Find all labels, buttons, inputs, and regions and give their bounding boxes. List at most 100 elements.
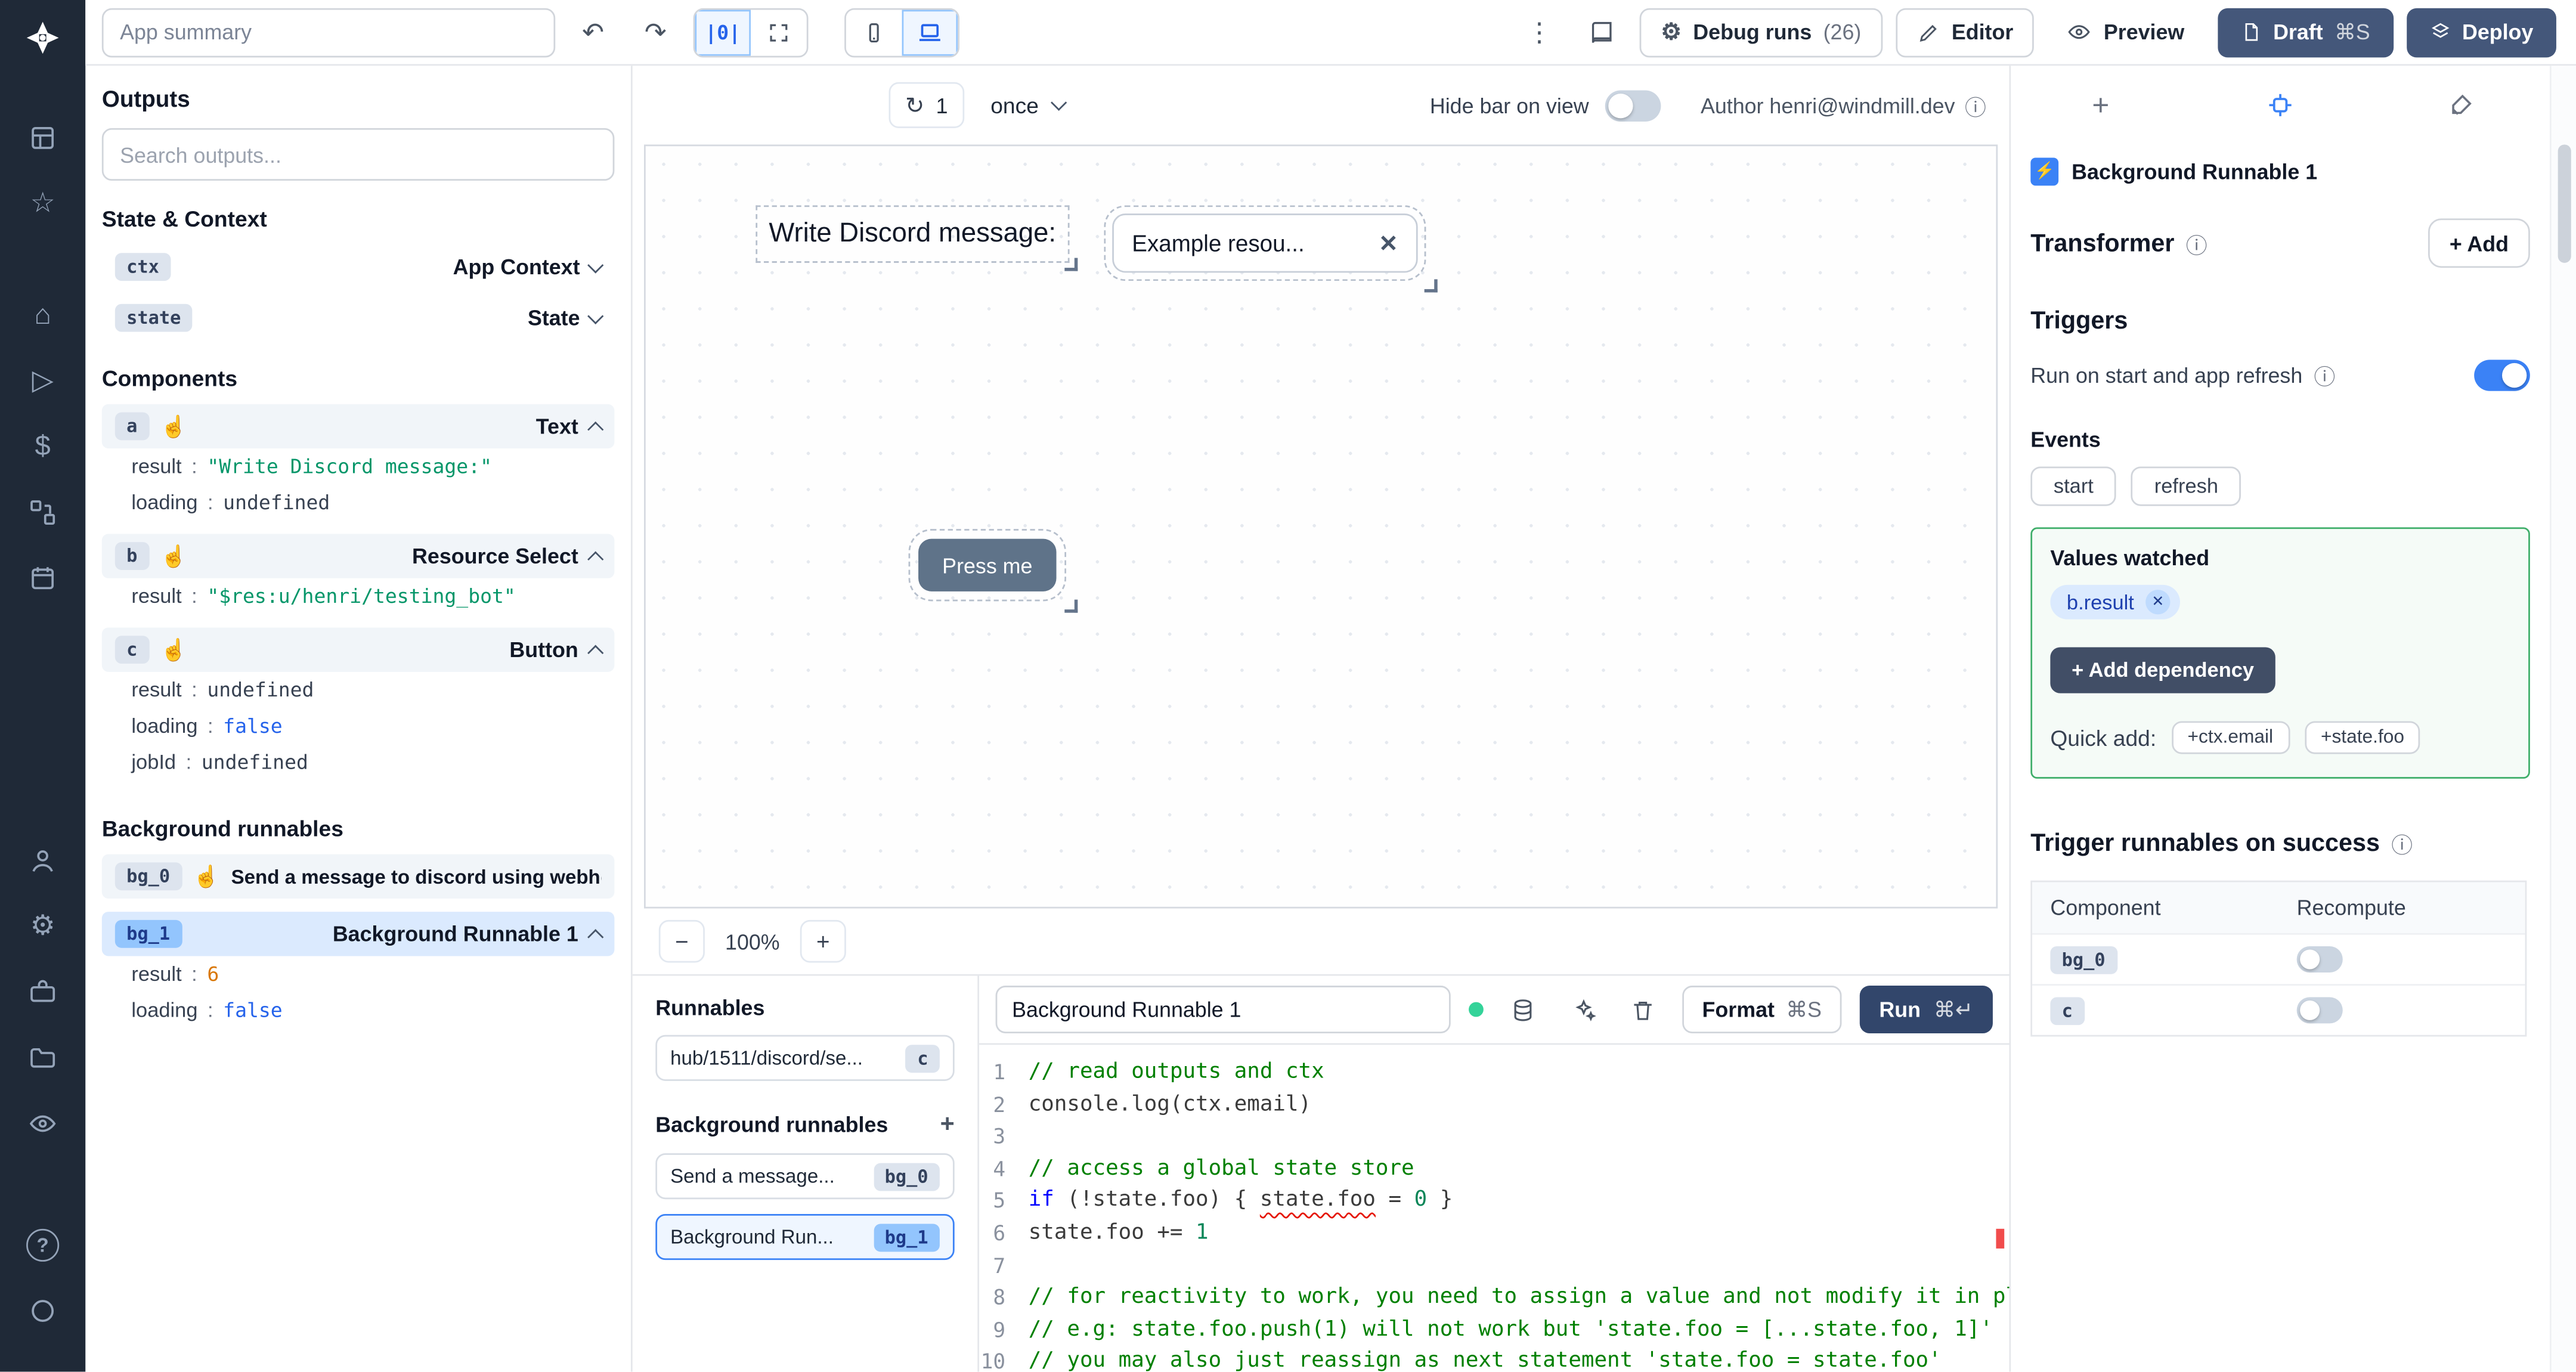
chevron-up-icon[interactable] xyxy=(587,644,604,661)
hide-bar-toggle[interactable] xyxy=(1605,89,1661,121)
component-a-header[interactable]: a ☝ Text xyxy=(101,404,615,449)
windmill-logo-icon[interactable] xyxy=(21,17,64,67)
undo-button[interactable]: ↶ xyxy=(568,9,618,55)
workers-icon[interactable] xyxy=(13,964,72,1020)
help-icon[interactable]: ? xyxy=(13,1218,72,1274)
bottom-panel: Runnables hub/1511/discord/se... c Backg… xyxy=(632,974,2010,1372)
desktop-view-toggle[interactable] xyxy=(902,9,958,55)
search-outputs-input[interactable] xyxy=(101,128,615,181)
run-button[interactable]: Run ⌘↵ xyxy=(1859,986,1993,1033)
chevron-up-icon[interactable] xyxy=(587,550,604,567)
info-icon[interactable]: ⓘ xyxy=(2391,828,2413,859)
home-icon[interactable]: ⌂ xyxy=(13,287,72,343)
mobile-view-toggle[interactable] xyxy=(846,9,902,55)
info-icon[interactable]: ⓘ xyxy=(1965,89,1986,120)
grid-width-toggle[interactable]: |0| xyxy=(695,9,751,55)
runnable-name-input[interactable] xyxy=(995,986,1451,1033)
chevron-down-icon[interactable] xyxy=(587,256,604,273)
event-chip-start[interactable]: start xyxy=(2030,466,2117,506)
hand-pointer-icon[interactable]: ☝ xyxy=(160,546,187,567)
zoom-out-button[interactable]: − xyxy=(658,919,705,963)
saved-status-dot xyxy=(1469,1002,1484,1017)
add-background-runnable-button[interactable]: + xyxy=(940,1110,955,1138)
dependency-chip[interactable]: b.result ✕ xyxy=(2050,584,2181,620)
quick-add-state-foo[interactable]: +state.foo xyxy=(2304,721,2421,754)
tab-component-settings[interactable] xyxy=(2190,66,2370,144)
refresh-count-button[interactable]: ↻ 1 xyxy=(888,82,965,128)
hand-pointer-icon[interactable]: ☝ xyxy=(160,639,187,661)
schedules-icon[interactable] xyxy=(13,550,72,606)
docs-button[interactable] xyxy=(1577,9,1627,55)
apps-grid-icon[interactable] xyxy=(13,110,72,166)
more-menu-button[interactable]: ⋮ xyxy=(1515,9,1564,55)
bg1-header[interactable]: bg_1 Background Runnable 1 xyxy=(101,912,615,956)
settings-gear-icon[interactable]: ⚙ xyxy=(13,899,72,955)
add-transformer-button[interactable]: + Add xyxy=(2428,218,2530,268)
audit-eye-icon[interactable] xyxy=(13,1096,72,1152)
output-field: result: 6 xyxy=(131,962,219,986)
ctx-row[interactable]: ctx App Context xyxy=(102,245,615,289)
delete-trash-icon[interactable] xyxy=(1622,988,1664,1031)
info-icon[interactable]: ⓘ xyxy=(2314,360,2336,391)
run-on-start-toggle[interactable] xyxy=(2474,360,2530,391)
cache-database-icon[interactable] xyxy=(1501,988,1544,1031)
canvas-resource-select[interactable]: Example resou... ✕ xyxy=(1104,205,1438,293)
state-badge: state xyxy=(114,303,193,332)
add-dependency-button[interactable]: + Add dependency xyxy=(2050,647,2275,693)
favorites-star-icon[interactable]: ☆ xyxy=(13,176,72,232)
format-button[interactable]: Format ⌘S xyxy=(1682,986,1841,1033)
more-rail-icon[interactable] xyxy=(13,1283,72,1339)
debug-runs-button[interactable]: ⚙ Debug runs (26) xyxy=(1639,7,1883,57)
chevron-down-icon[interactable] xyxy=(587,307,604,324)
code-area[interactable]: 1// read outputs and ctx 2 console.log(ctx… xyxy=(979,1045,2010,1371)
variables-icon[interactable]: $ xyxy=(13,419,72,475)
quick-add-ctx-email[interactable]: +ctx.email xyxy=(2171,721,2290,754)
component-b-header[interactable]: b ☝ Resource Select xyxy=(101,534,615,578)
preview-tab-button[interactable]: Preview xyxy=(2048,7,2205,57)
redo-button[interactable]: ↷ xyxy=(631,9,680,55)
draft-button[interactable]: Draft ⌘S xyxy=(2217,7,2394,57)
component-c-header[interactable]: c ☝ Button xyxy=(101,627,615,672)
resize-handle[interactable] xyxy=(1424,279,1438,293)
refresh-mode-select[interactable]: once xyxy=(981,93,1075,117)
canvas-button-component[interactable]: Press me xyxy=(908,529,1078,613)
chevron-up-icon[interactable] xyxy=(587,420,604,437)
hand-pointer-icon[interactable]: ☝ xyxy=(193,866,220,887)
remove-dependency-icon[interactable]: ✕ xyxy=(2145,590,2171,615)
folders-icon[interactable] xyxy=(13,1030,72,1086)
app-canvas[interactable]: Write Discord message: Example resou... … xyxy=(643,144,1998,909)
canvas-text-component[interactable]: Write Discord message: xyxy=(756,205,1078,271)
zoom-in-button[interactable]: + xyxy=(800,919,846,963)
event-chip-refresh[interactable]: refresh xyxy=(2131,466,2241,506)
state-row[interactable]: state State xyxy=(102,296,615,340)
resources-icon[interactable] xyxy=(13,485,72,541)
resize-handle[interactable] xyxy=(1064,258,1078,271)
runs-icon[interactable]: ▷ xyxy=(13,353,72,409)
tab-styling[interactable] xyxy=(2370,66,2550,144)
bg0-header[interactable]: bg_0 ☝ Send a message to discord using w… xyxy=(101,854,615,899)
components-title: Components xyxy=(101,366,238,391)
fullscreen-toggle[interactable] xyxy=(751,9,807,55)
tab-insert[interactable]: + xyxy=(2011,66,2190,144)
user-icon[interactable] xyxy=(13,833,72,889)
ai-wand-icon[interactable] xyxy=(1562,988,1604,1031)
clear-selection-icon[interactable]: ✕ xyxy=(1379,229,1398,257)
scrollbar-thumb[interactable] xyxy=(2557,144,2571,263)
page-scrollbar[interactable] xyxy=(2549,66,2576,1372)
chevron-up-icon[interactable] xyxy=(587,928,604,945)
app-summary-input[interactable] xyxy=(101,7,556,57)
recompute-toggle-c[interactable] xyxy=(2296,997,2343,1024)
events-chips: start refresh xyxy=(2030,466,2530,506)
hand-pointer-icon[interactable]: ☝ xyxy=(160,416,187,437)
resize-handle[interactable] xyxy=(1064,599,1078,613)
runnable-item-bg1[interactable]: Background Run... bg_1 xyxy=(655,1214,955,1260)
recompute-toggle-bg0[interactable] xyxy=(2296,946,2343,973)
left-rail: ☆ ⌂ ▷ $ ⚙ ? xyxy=(0,0,86,1372)
info-icon[interactable]: ⓘ xyxy=(2186,228,2207,259)
code-line: 1// read outputs and ctx xyxy=(993,1060,1324,1085)
runnable-item-hub[interactable]: hub/1511/discord/se... c xyxy=(655,1035,955,1081)
deploy-layers-icon xyxy=(2431,23,2449,38)
deploy-button[interactable]: Deploy xyxy=(2406,7,2556,57)
runnable-item-bg0[interactable]: Send a message... bg_0 xyxy=(655,1153,955,1200)
editor-tab-button[interactable]: Editor xyxy=(1896,7,2035,57)
